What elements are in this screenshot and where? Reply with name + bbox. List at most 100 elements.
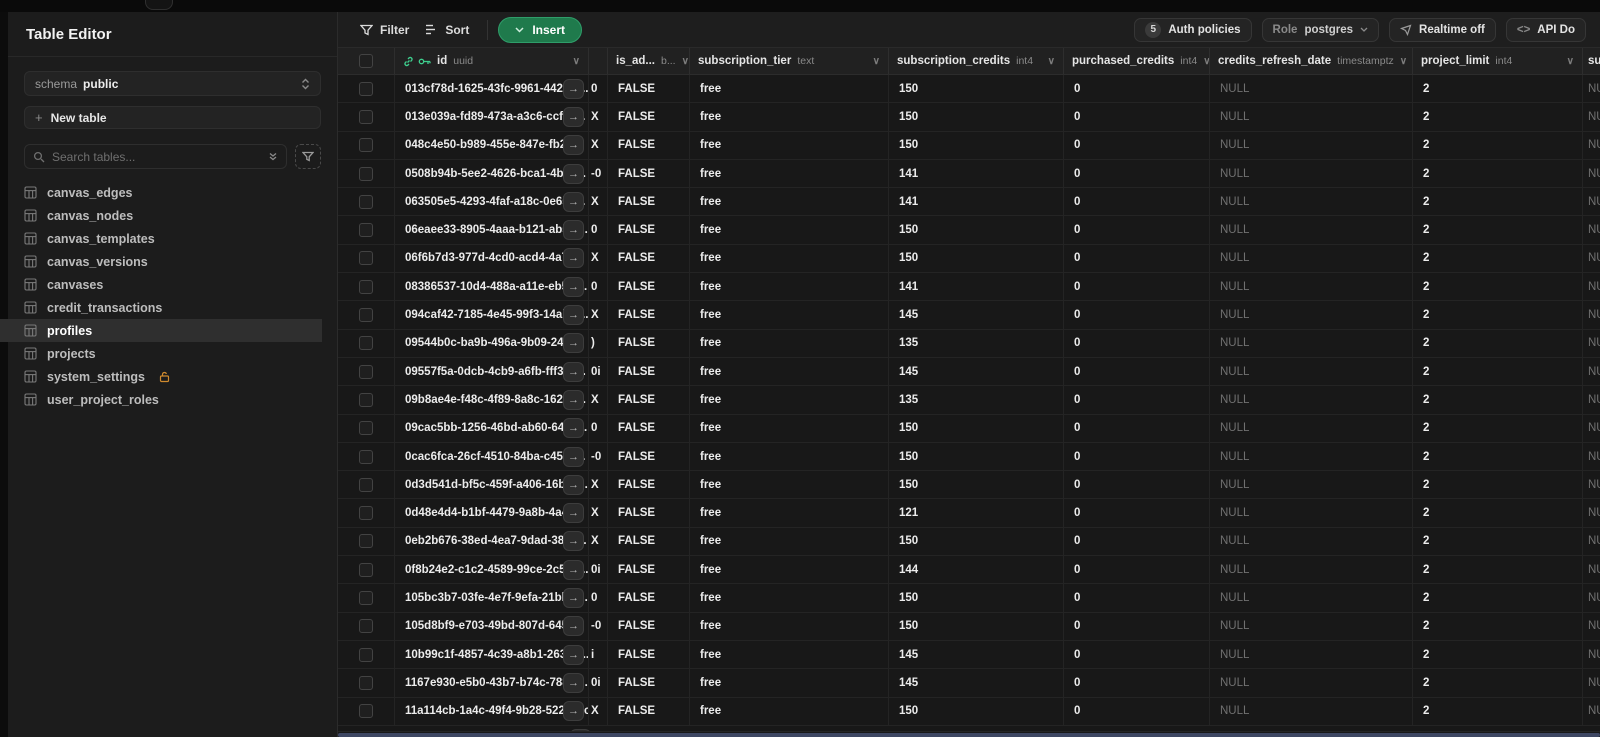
row-checkbox[interactable] <box>359 251 373 266</box>
row-checkbox[interactable] <box>359 223 373 238</box>
expand-row-button[interactable]: → <box>563 587 584 608</box>
expand-row-button[interactable]: → <box>563 559 584 580</box>
expand-row-button[interactable]: → <box>563 305 584 326</box>
sidebar-item-system_settings[interactable]: system_settings <box>8 365 337 388</box>
cell-credits_refresh_date: NULL <box>1220 309 1250 322</box>
column-header-id[interactable]: id uuid ∨ <box>395 48 589 74</box>
horizontal-scrollbar[interactable] <box>338 733 1600 737</box>
row-checkbox[interactable] <box>359 477 373 492</box>
insert-button[interactable]: Insert <box>498 16 583 43</box>
chevron-down-icon[interactable]: ∨ <box>1048 56 1055 67</box>
expand-row-button[interactable]: → <box>563 672 584 693</box>
chevron-down-icon[interactable]: ∨ <box>873 56 880 67</box>
row-checkbox[interactable] <box>359 675 373 690</box>
schema-selector[interactable]: schema public <box>24 71 321 96</box>
cell-subscription_tier: free <box>700 563 722 576</box>
expand-row-button[interactable]: → <box>563 163 584 184</box>
cell-id: 105bc3b7-03fe-4e7f-9efa-21bb40... <box>405 591 589 604</box>
new-table-button[interactable]: + New table <box>24 106 321 129</box>
row-checkbox[interactable] <box>359 364 373 379</box>
column-header-clipped[interactable] <box>589 48 608 74</box>
row-checkbox[interactable] <box>359 704 373 719</box>
column-header-purchased-credits[interactable]: purchased_credits int4 ∨ <box>1064 48 1210 74</box>
expand-row-button[interactable]: → <box>563 616 584 637</box>
row-checkbox[interactable] <box>359 449 373 464</box>
expand-row-button[interactable]: → <box>563 418 584 439</box>
expand-row-button[interactable]: → <box>563 389 584 410</box>
cell-is_admin: FALSE <box>618 224 656 237</box>
expand-row-button[interactable]: → <box>563 474 584 495</box>
select-all-checkbox[interactable] <box>359 54 373 68</box>
expand-row-button[interactable]: → <box>563 644 584 665</box>
chevron-down-icon[interactable]: ∨ <box>1400 56 1407 67</box>
sidebar-item-user_project_roles[interactable]: user_project_roles <box>8 388 337 411</box>
expand-row-button[interactable]: → <box>563 78 584 99</box>
sidebar-item-canvas_nodes[interactable]: canvas_nodes <box>8 204 337 227</box>
row-checkbox[interactable] <box>359 392 373 407</box>
expand-row-button[interactable]: → <box>563 248 584 269</box>
row-checkbox[interactable] <box>359 619 373 634</box>
chevron-down-icon[interactable]: ∨ <box>573 56 580 67</box>
cell-id: 10b99c1f-4857-4c39-a8b1-263b8... <box>405 648 589 661</box>
sidebar-item-profiles[interactable]: profiles <box>0 319 322 342</box>
row-checkbox[interactable] <box>359 81 373 96</box>
row-checkbox[interactable] <box>359 336 373 351</box>
row-checkbox[interactable] <box>359 109 373 124</box>
expand-row-button[interactable]: → <box>563 191 584 212</box>
auth-policies-button[interactable]: 5 Auth policies <box>1134 17 1252 42</box>
row-checkbox[interactable] <box>359 194 373 209</box>
column-header-overflow[interactable]: su <box>1583 48 1600 74</box>
cell-partial: X <box>591 110 599 123</box>
row-checkbox[interactable] <box>359 279 373 294</box>
cell-credits_refresh_date: NULL <box>1220 620 1250 633</box>
expand-row-button[interactable]: → <box>563 503 584 524</box>
cell-credits_refresh_date: NULL <box>1220 110 1250 123</box>
row-checkbox[interactable] <box>359 138 373 153</box>
row-checkbox[interactable] <box>359 421 373 436</box>
row-checkbox[interactable] <box>359 308 373 323</box>
sidebar-item-credit_transactions[interactable]: credit_transactions <box>8 296 337 319</box>
expand-row-button[interactable]: → <box>563 106 584 127</box>
collapse-chevrons-icon[interactable] <box>268 151 278 162</box>
expand-row-button[interactable]: → <box>563 446 584 467</box>
sidebar-item-canvas_templates[interactable]: canvas_templates <box>8 227 337 250</box>
cell-credits_refresh_date: NULL <box>1220 705 1250 718</box>
chevron-down-icon[interactable]: ∨ <box>1203 56 1209 67</box>
sidebar-item-canvas_edges[interactable]: canvas_edges <box>8 181 337 204</box>
search-tables-input[interactable]: Search tables... <box>24 144 287 169</box>
realtime-toggle-button[interactable]: Realtime off <box>1389 17 1496 42</box>
sidebar-item-projects[interactable]: projects <box>8 342 337 365</box>
column-header-subscription-tier[interactable]: subscription_tier text ∨ <box>690 48 889 74</box>
expand-row-button[interactable]: → <box>563 276 584 297</box>
row-checkbox[interactable] <box>359 647 373 662</box>
expand-row-button[interactable]: → <box>563 135 584 156</box>
cell-is_admin: FALSE <box>618 705 656 718</box>
expand-row-button[interactable]: → <box>563 220 584 241</box>
cell-purchased_credits: 0 <box>1074 620 1081 633</box>
row-checkbox[interactable] <box>359 562 373 577</box>
role-selector-button[interactable]: Role postgres <box>1261 17 1380 42</box>
api-docs-button[interactable]: <> API Do <box>1505 17 1586 42</box>
cell-subscription_credits: 150 <box>899 422 919 435</box>
sort-button[interactable]: Sort <box>417 19 477 41</box>
column-name: purchased_credits <box>1072 55 1175 67</box>
column-header-project-limit[interactable]: project_limit int4 ∨ <box>1413 48 1583 74</box>
cell-purchased_credits: 0 <box>1074 224 1081 237</box>
row-checkbox[interactable] <box>359 590 373 605</box>
column-header-subscription-credits[interactable]: subscription_credits int4 ∨ <box>889 48 1064 74</box>
row-checkbox[interactable] <box>359 166 373 181</box>
sidebar-item-canvases[interactable]: canvases <box>8 273 337 296</box>
expand-row-button[interactable]: → <box>563 361 584 382</box>
sidebar-item-canvas_versions[interactable]: canvas_versions <box>8 250 337 273</box>
chevron-down-icon[interactable]: ∨ <box>1567 56 1574 67</box>
filter-button[interactable]: Filter <box>352 19 417 41</box>
expand-row-button[interactable]: → <box>563 333 584 354</box>
expand-row-button[interactable]: → <box>563 701 584 722</box>
row-checkbox[interactable] <box>359 534 373 549</box>
row-checkbox[interactable] <box>359 506 373 521</box>
chevron-down-icon[interactable]: ∨ <box>682 56 689 67</box>
column-header-is-admin[interactable]: is_ad... b... ∨ <box>608 48 690 74</box>
filter-tables-button[interactable] <box>295 144 321 169</box>
column-header-credits-refresh-date[interactable]: credits_refresh_date timestamptz ∨ <box>1210 48 1413 74</box>
expand-row-button[interactable]: → <box>563 531 584 552</box>
